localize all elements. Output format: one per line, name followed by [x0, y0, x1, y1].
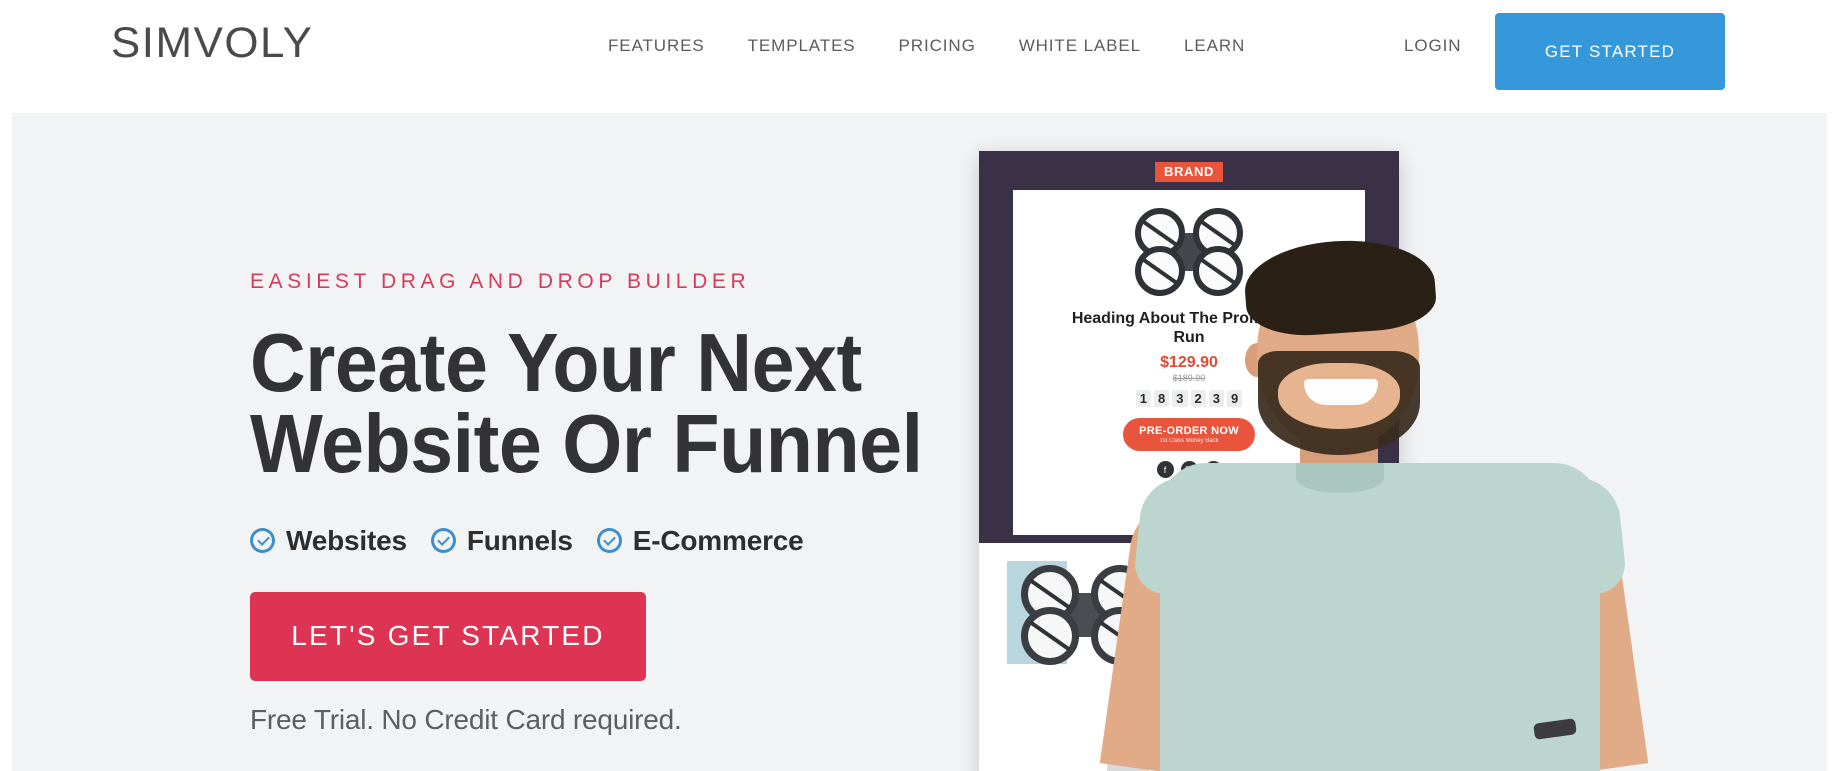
headline-line-2: Website Or Funnel	[250, 397, 923, 491]
lets-get-started-button[interactable]: LET'S GET STARTED	[250, 591, 646, 681]
hero-copy: EASIEST DRAG AND DROP BUILDER Create You…	[250, 270, 950, 736]
hero-person-photo	[1082, 234, 1682, 771]
site-header: SIMVOLY FEATURES TEMPLATES PRICING WHITE…	[0, 0, 1846, 113]
login-link[interactable]: LOGIN	[1404, 36, 1461, 56]
landing-page: SIMVOLY FEATURES TEMPLATES PRICING WHITE…	[0, 0, 1846, 771]
feature-label-funnels: Funnels	[466, 524, 573, 556]
headline-line-1: Create Your Next	[250, 316, 862, 409]
nav-item-white-label[interactable]: WHITE LABEL	[1019, 36, 1141, 56]
hero-headline: Create Your Next Website Or Funnel	[250, 321, 923, 485]
feature-label-ecommerce: E-Commerce	[632, 524, 804, 556]
feature-ecommerce: E-Commerce	[596, 524, 804, 557]
check-circle-icon	[250, 528, 275, 554]
nav-item-templates[interactable]: TEMPLATES	[748, 36, 856, 56]
nav-item-features[interactable]: FEATURES	[608, 36, 705, 56]
logo[interactable]: SIMVOLY	[111, 22, 313, 65]
hero-feature-list: Websites Funnels E-Commerce	[250, 525, 950, 557]
feature-funnels: Funnels	[430, 524, 573, 557]
get-started-button[interactable]: GET STARTED	[1495, 13, 1725, 90]
hero-fineprint: Free Trial. No Credit Card required.	[250, 703, 682, 735]
hero-eyebrow: EASIEST DRAG AND DROP BUILDER	[250, 270, 751, 293]
hero-section: EASIEST DRAG AND DROP BUILDER Create You…	[12, 113, 1827, 771]
feature-websites: Websites	[250, 525, 407, 557]
feature-label-websites: Websites	[286, 524, 407, 556]
nav-item-pricing[interactable]: PRICING	[899, 36, 976, 56]
check-circle-icon	[430, 528, 456, 554]
main-navigation: FEATURES TEMPLATES PRICING WHITE LABEL L…	[608, 36, 1245, 56]
check-circle-icon	[596, 528, 622, 554]
nav-item-learn[interactable]: LEARN	[1184, 36, 1245, 56]
brand-badge: BRAND	[1155, 162, 1223, 182]
